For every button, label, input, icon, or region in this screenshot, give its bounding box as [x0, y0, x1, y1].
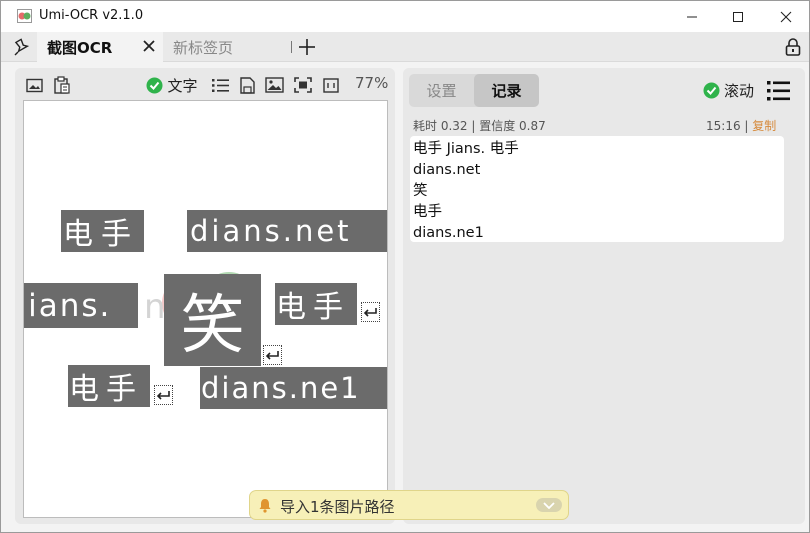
auto-scroll-toggle[interactable]: 滚动	[703, 80, 754, 101]
meta-separator: |	[740, 119, 753, 133]
show-text-label: 文字	[167, 76, 198, 95]
picture-icon	[264, 77, 284, 93]
ocr-box[interactable]: 电手	[68, 365, 150, 407]
result-text-card[interactable]: 电手 Jians. 电手 dians.net 笑 电手 dians.ne1	[410, 136, 784, 242]
ocr-box[interactable]: 笑	[164, 274, 261, 366]
maximize-icon	[733, 11, 743, 22]
view-image-button[interactable]	[264, 74, 284, 96]
ocr-box-text: 电手	[276, 290, 350, 325]
auto-scroll-label: 滚动	[724, 82, 755, 100]
image-preview-panel: 文字 77% n 电手 dians.net Jians. 笑 电手 电手 dia…	[15, 68, 395, 524]
window-icon	[323, 77, 339, 93]
pin-icon[interactable]	[14, 38, 30, 56]
notification-text: 导入1条图片路径	[280, 498, 395, 516]
tab-history[interactable]: 记录	[474, 74, 539, 107]
close-window-button[interactable]	[763, 1, 809, 32]
line-break-marker	[361, 302, 380, 322]
paste-button[interactable]	[53, 74, 71, 96]
open-image-button[interactable]	[25, 74, 43, 96]
list-icon	[211, 78, 229, 92]
app-logo-icon	[17, 9, 32, 23]
add-tab-icon[interactable]	[298, 38, 316, 56]
ocr-box-text: 笑	[180, 289, 245, 363]
tab-new[interactable]: 新标签页	[163, 32, 295, 62]
ocr-box-text: Jians.	[23, 287, 112, 324]
ocr-box-text: dians.ne1	[201, 371, 361, 405]
result-line: dians.ne1	[413, 225, 484, 241]
lock-icon[interactable]	[785, 37, 801, 57]
tab-bar: 截图OCR 新标签页	[1, 32, 809, 62]
result-line: dians.net	[413, 162, 481, 178]
window-title: Umi-OCR v2.1.0	[39, 8, 144, 23]
ocr-box[interactable]: Jians.	[24, 283, 138, 328]
checkmark-icon	[146, 77, 163, 93]
tab-settings[interactable]: 设置	[409, 74, 474, 107]
ocr-box-text: 电手	[69, 372, 143, 407]
screenshot-icon	[294, 77, 312, 93]
return-arrow-icon	[363, 307, 377, 317]
tab-label: 新标签页	[173, 38, 234, 57]
image-icon	[25, 78, 43, 92]
checkmark-icon	[703, 82, 720, 99]
copy-button[interactable]: 复制	[752, 119, 776, 133]
ocr-box-text: dians.net	[190, 214, 352, 248]
minimize-button[interactable]	[669, 1, 715, 32]
result-meta: 15:16 | 复制	[706, 117, 776, 134]
bell-icon	[259, 499, 271, 513]
minimize-icon	[687, 16, 697, 17]
tab-divider	[291, 41, 292, 53]
save-icon	[239, 76, 255, 94]
ocr-stats: 耗时 0.32 | 置信度 0.87	[413, 119, 546, 133]
save-button[interactable]	[239, 74, 255, 96]
line-break-marker	[263, 345, 282, 365]
fit-screen-button[interactable]	[293, 74, 313, 96]
maximize-button[interactable]	[715, 1, 761, 32]
chevron-down-icon	[543, 501, 555, 509]
ocr-box[interactable]: dians.net	[187, 210, 387, 252]
panel-tab-switcher: 设置 记录	[409, 74, 539, 107]
ocr-box[interactable]: dians.ne1	[200, 367, 387, 409]
zoom-level: 77%	[355, 74, 389, 92]
result-line: 笑	[413, 183, 428, 199]
actual-size-button[interactable]	[321, 74, 341, 96]
notification-toast[interactable]: 导入1条图片路径	[249, 490, 569, 520]
collapse-notification-button[interactable]	[536, 498, 562, 512]
result-line: 电手	[413, 204, 442, 220]
return-arrow-icon	[156, 390, 170, 400]
menu-icon[interactable]	[767, 80, 790, 102]
return-arrow-icon	[265, 350, 279, 360]
clipboard-icon	[54, 75, 70, 94]
tab-label: 截图OCR	[47, 38, 113, 57]
close-tab-icon[interactable]	[141, 38, 157, 54]
ocr-box[interactable]: 电手	[61, 210, 144, 252]
ocr-box-text: 电手	[63, 217, 139, 252]
show-text-toggle[interactable]: 文字	[143, 74, 201, 96]
ocr-image-canvas[interactable]: n 电手 dians.net Jians. 笑 电手 电手 dians.ne1	[23, 100, 388, 518]
close-icon	[780, 11, 792, 22]
tab-screenshot-ocr[interactable]: 截图OCR	[37, 32, 163, 62]
result-time: 15:16	[706, 119, 741, 133]
result-line: 电手 Jians. 电手	[413, 141, 519, 157]
ocr-box[interactable]: 电手	[275, 283, 357, 325]
title-bar: Umi-OCR v2.1.0	[1, 1, 809, 32]
text-list-button[interactable]	[210, 74, 230, 96]
results-panel: 设置 记录 滚动 耗时 0.32 | 置信度 0.87 15:16 | 复制 电…	[403, 68, 805, 524]
line-break-marker	[154, 385, 173, 405]
app-window: Umi-OCR v2.1.0 截图OCR 新标签页 文字 77% n 电手 di…	[0, 0, 810, 533]
